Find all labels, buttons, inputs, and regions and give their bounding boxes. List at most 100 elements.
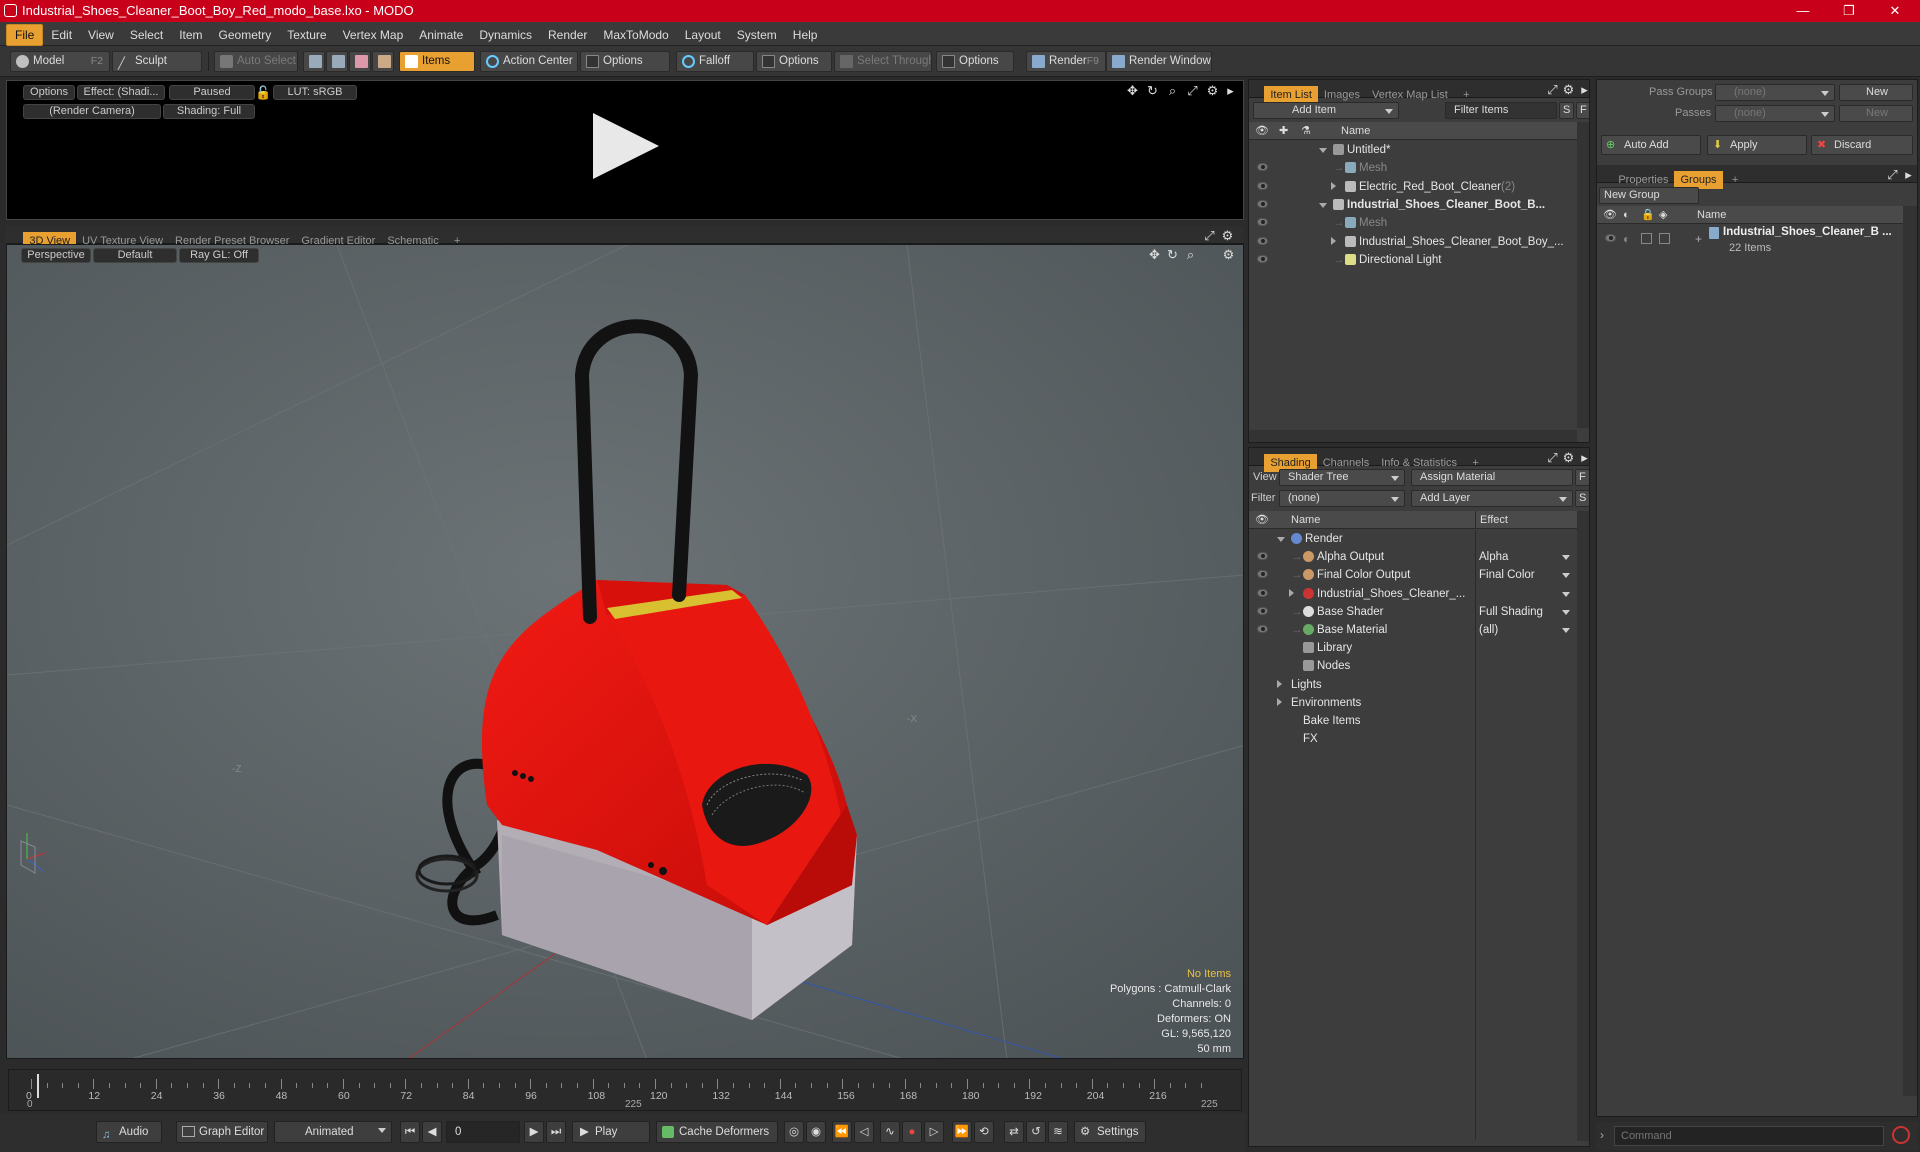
animated-dropdown[interactable]: Animated <box>274 1121 392 1143</box>
filter-f-button[interactable]: F <box>1576 102 1589 119</box>
new-group-button[interactable]: New Group <box>1599 187 1699 204</box>
lock-icon[interactable]: 🔓 <box>255 85 271 100</box>
effect-value[interactable]: (all) <box>1479 621 1498 639</box>
effect-value[interactable]: Alpha <box>1479 548 1508 566</box>
key-all-icon[interactable]: ◉ <box>806 1121 826 1143</box>
items-mode-button[interactable]: Items <box>399 51 475 72</box>
menu-file[interactable]: File <box>6 24 44 46</box>
menu-help[interactable]: Help <box>785 23 826 47</box>
filter-items-input[interactable]: Filter Items <box>1445 102 1557 119</box>
maximize-icon[interactable]: ⤢ <box>1185 83 1200 98</box>
minimize-button[interactable]: — <box>1780 0 1826 22</box>
eye-icon[interactable] <box>1257 218 1268 227</box>
menu-geometry[interactable]: Geometry <box>211 23 280 47</box>
shader-row[interactable]: Environments <box>1249 694 1577 712</box>
apply-button[interactable]: ⬇ Apply <box>1707 135 1807 155</box>
menu-select[interactable]: Select <box>122 23 171 47</box>
eye-icon[interactable] <box>1257 199 1268 208</box>
shader-row[interactable]: → Final Color Output Final Color <box>1249 566 1577 584</box>
shader-row[interactable]: Nodes <box>1249 657 1577 675</box>
menu-layout[interactable]: Layout <box>677 23 729 47</box>
settings-button[interactable]: ⚙ Settings <box>1074 1121 1146 1143</box>
chevron-down-icon[interactable] <box>1562 609 1570 615</box>
expand-arrow-icon[interactable] <box>1331 236 1336 245</box>
expand-arrow-icon[interactable] <box>1277 679 1282 688</box>
refresh-icon[interactable]: ↺ <box>1026 1121 1046 1143</box>
key-back-icon[interactable]: ◁ <box>854 1121 874 1143</box>
polygons-mode-button[interactable] <box>349 51 371 72</box>
key-icon[interactable]: ◎ <box>784 1121 804 1143</box>
falloff-options-button[interactable]: Options <box>756 51 832 72</box>
command-input[interactable] <box>1614 1126 1884 1146</box>
zoom-icon[interactable]: ⌕ <box>1183 247 1198 262</box>
sync-icon[interactable]: ⇄ <box>1004 1121 1024 1143</box>
passes-dropdown[interactable]: (none) <box>1715 105 1835 122</box>
maximize-icon[interactable]: ⤢ <box>1545 82 1560 97</box>
item-row[interactable]: Electric_Red_Boot_Cleaner (2) <box>1249 178 1577 196</box>
groups-scrollbar[interactable] <box>1903 206 1917 1096</box>
maximize-button[interactable]: ❐ <box>1826 0 1872 22</box>
shader-row[interactable]: FX <box>1249 730 1577 748</box>
menu-system[interactable]: System <box>729 23 785 47</box>
arrow-right-icon[interactable]: ▸ <box>1223 83 1238 98</box>
shader-row[interactable]: Lights <box>1249 676 1577 694</box>
gear-icon[interactable]: ⚙ <box>1205 83 1220 98</box>
record-icon[interactable]: ● <box>902 1121 922 1143</box>
first-frame-button[interactable]: ⏮ <box>400 1121 420 1143</box>
item-row[interactable]: Industrial_Shoes_Cleaner_Boot_B... <box>1249 196 1577 214</box>
arrow-right-icon[interactable]: ▸ <box>1577 82 1589 97</box>
wave-icon[interactable]: ≋ <box>1048 1121 1068 1143</box>
select-options-button[interactable]: Options <box>936 51 1014 72</box>
expand-arrow-icon[interactable] <box>1319 202 1327 208</box>
raygl-dropdown[interactable]: Ray GL: Off <box>179 248 259 263</box>
rotate-icon[interactable]: ↻ <box>1165 247 1180 262</box>
menu-view[interactable]: View <box>80 23 122 47</box>
menu-render[interactable]: Render <box>540 23 595 47</box>
auto-add-button[interactable]: ⊕ Auto Add <box>1601 135 1701 155</box>
add-tab-icon[interactable]: + <box>1726 171 1744 189</box>
maximize-icon[interactable]: ⤢ <box>1545 450 1560 465</box>
arrow-right-icon[interactable]: ▸ <box>1577 450 1589 465</box>
lock-checkbox[interactable] <box>1641 233 1652 244</box>
gear-icon[interactable]: ⚙ <box>1220 228 1235 243</box>
item-list-vscrollbar[interactable] <box>1577 122 1589 428</box>
arrow-right-icon[interactable]: ▸ <box>1901 167 1916 182</box>
shader-row[interactable]: Industrial_Shoes_Cleaner_... <box>1249 585 1577 603</box>
expand-arrow-icon[interactable] <box>1289 588 1294 597</box>
shading-dropdown[interactable]: Shading: Full <box>163 104 255 119</box>
eye-icon[interactable] <box>1257 254 1268 263</box>
falloff-button[interactable]: Falloff <box>676 51 754 72</box>
item-row[interactable]: → Mesh <box>1249 214 1577 232</box>
next-frame-button[interactable]: ▶ <box>524 1121 544 1143</box>
shader-row[interactable]: Library <box>1249 639 1577 657</box>
perspective-dropdown[interactable]: Perspective <box>21 248 91 263</box>
shader-tree-scrollbar[interactable] <box>1577 511 1589 1141</box>
playhead[interactable] <box>37 1074 39 1098</box>
shader-row[interactable]: Bake Items <box>1249 712 1577 730</box>
next-key-icon[interactable]: ⏩ <box>952 1121 972 1143</box>
render-button[interactable]: Render F9 <box>1026 51 1106 72</box>
eye-icon[interactable] <box>1605 234 1616 242</box>
chevron-down-icon[interactable] <box>1562 628 1570 633</box>
assign-material-button[interactable]: Assign Material <box>1411 469 1573 486</box>
shading-s-button[interactable]: S <box>1575 490 1589 507</box>
expand-arrow-icon[interactable] <box>1277 697 1282 706</box>
sculpt-mode-button[interactable]: ╱ Sculpt <box>112 51 202 72</box>
action-center-options-button[interactable]: Options <box>580 51 670 72</box>
action-center-button[interactable]: Action Center <box>480 51 578 72</box>
eye-icon[interactable] <box>1257 236 1268 245</box>
add-layer-dropdown[interactable]: Add Layer <box>1411 490 1573 507</box>
3d-viewport[interactable]: Perspective Default Ray GL: Off ✥ ↻ ⌕ ⚙ … <box>6 244 1244 1059</box>
last-frame-button[interactable]: ⏭ <box>546 1121 566 1143</box>
graph-editor-button[interactable]: Graph Editor <box>176 1121 268 1143</box>
cache-deformers-button[interactable]: Cache Deformers <box>656 1121 778 1143</box>
audio-button[interactable]: ♫ Audio <box>96 1121 162 1143</box>
item-row[interactable]: → Directional Light <box>1249 251 1577 269</box>
discard-button[interactable]: ✖ Discard <box>1811 135 1913 155</box>
shader-row[interactable]: → Base Shader Full Shading <box>1249 603 1577 621</box>
group-row[interactable]: ◐ + Industrial_Shoes_Cleaner_B ... 22 It… <box>1597 226 1903 260</box>
frame-input[interactable]: 0 <box>446 1121 520 1143</box>
close-button[interactable]: ✕ <box>1872 0 1918 22</box>
edges-mode-button[interactable] <box>326 51 348 72</box>
effect-value[interactable]: Final Color <box>1479 566 1535 584</box>
